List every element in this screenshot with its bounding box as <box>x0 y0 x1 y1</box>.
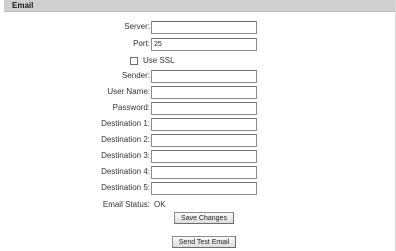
server-label: Server: <box>124 22 150 31</box>
password-row: Password: <box>4 102 396 116</box>
sender-label: Sender: <box>121 71 150 80</box>
password-input[interactable] <box>151 102 257 115</box>
destination-2-row: Destination 2: <box>4 134 396 148</box>
send-test-email-button[interactable]: Send Test Email <box>172 236 236 248</box>
user-name-input[interactable] <box>151 86 257 99</box>
sender-row: Sender: <box>4 70 396 84</box>
email-settings-panel: Email Server: Port: Use SSL Sender: User… <box>4 0 396 251</box>
password-label: Password: <box>112 103 150 112</box>
email-status-label: Email Status: <box>102 200 150 209</box>
ssl-row: Use SSL <box>4 55 396 69</box>
email-status-value: OK <box>154 200 166 209</box>
destination-5-label: Destination 5: <box>101 183 150 192</box>
destination-3-input[interactable] <box>151 150 257 163</box>
user-name-row: User Name: <box>4 86 396 100</box>
port-row: Port: <box>4 38 396 52</box>
destination-2-label: Destination 2: <box>101 135 150 144</box>
destination-1-row: Destination 1: <box>4 118 396 132</box>
section-header: Email <box>4 0 395 12</box>
section-title: Email <box>12 1 34 10</box>
destination-2-input[interactable] <box>151 134 257 147</box>
port-input[interactable] <box>151 38 257 51</box>
destination-4-input[interactable] <box>151 166 257 179</box>
server-row: Server: <box>4 21 396 35</box>
destination-5-input[interactable] <box>151 182 257 195</box>
email-status-row: Email Status: OK <box>4 199 396 213</box>
sender-input[interactable] <box>151 70 257 83</box>
port-label: Port: <box>133 39 150 48</box>
user-name-label: User Name: <box>107 87 150 96</box>
use-ssl-checkbox[interactable] <box>130 56 138 65</box>
save-changes-button[interactable]: Save Changes <box>174 212 234 224</box>
destination-4-label: Destination 4: <box>101 167 150 176</box>
destination-1-label: Destination 1: <box>101 119 150 128</box>
use-ssl-option[interactable]: Use SSL <box>130 56 175 65</box>
destination-1-input[interactable] <box>151 118 257 131</box>
destination-5-row: Destination 5: <box>4 182 396 196</box>
destination-3-label: Destination 3: <box>101 151 150 160</box>
server-input[interactable] <box>151 21 257 34</box>
destination-3-row: Destination 3: <box>4 150 396 164</box>
use-ssl-label: Use SSL <box>143 56 175 65</box>
destination-4-row: Destination 4: <box>4 166 396 180</box>
